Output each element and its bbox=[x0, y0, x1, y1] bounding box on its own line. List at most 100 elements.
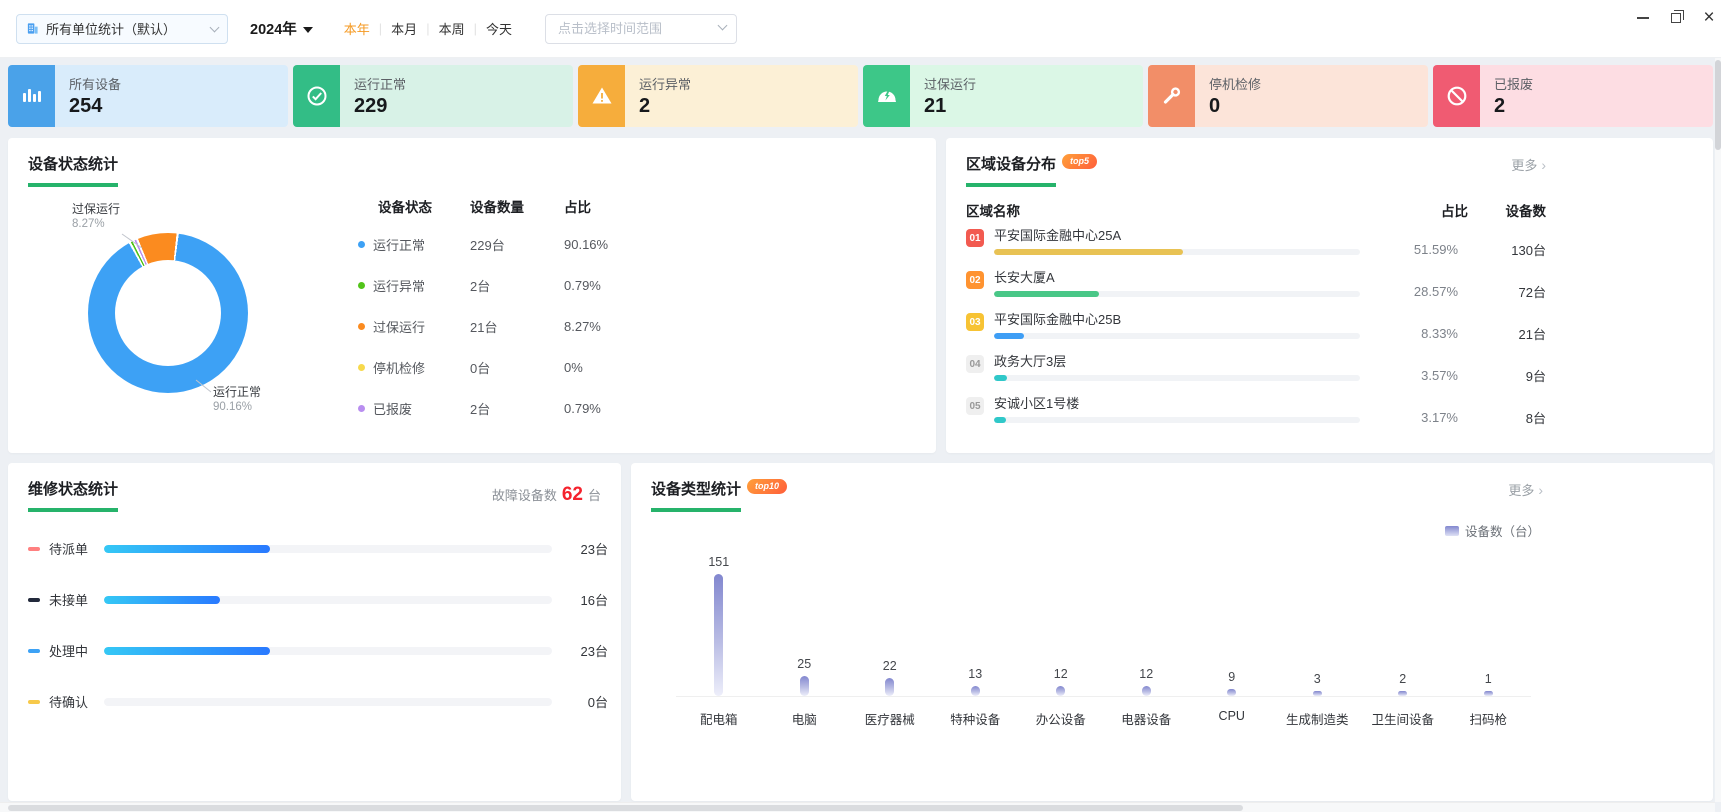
repair-status-label: 处理中 bbox=[49, 644, 89, 659]
bar-track bbox=[104, 646, 552, 655]
date-range-picker[interactable] bbox=[545, 13, 737, 44]
device-status-chart: 过保运行 8.27% 运行正常 90.16% bbox=[38, 190, 358, 440]
stat-card-label: 所有设备 bbox=[69, 77, 122, 92]
repair-list: 待派单 23台 未接单 16台 处理中 23台 待确认 0台 bbox=[28, 523, 608, 727]
device-status-table-body: 运行正常 229台 90.16% 运行异常 2台 0.79% 过保运行 21台 8.27% 停机检… bbox=[358, 224, 648, 429]
minimize-icon bbox=[1637, 17, 1649, 19]
bar-category-label: 生成制造类 bbox=[1285, 713, 1349, 727]
time-tabs: 本年 | 本月 | 本周 | 今天 bbox=[335, 19, 521, 38]
region-name: 平安国际金融中心25B bbox=[994, 312, 1122, 327]
status-count: 21台 bbox=[470, 320, 498, 335]
chart-legend: 设备数（台） bbox=[1444, 521, 1540, 540]
status-table-header: 设备状态 设备数量 占比 bbox=[378, 200, 591, 215]
bar-category-label: 电脑 bbox=[791, 713, 817, 727]
bar bbox=[714, 574, 724, 696]
chevron-down-icon bbox=[209, 22, 220, 32]
time-tab-2[interactable]: 本月 bbox=[382, 19, 426, 38]
bar-track bbox=[994, 333, 1360, 339]
stat-card-2: 运行正常 229 bbox=[293, 65, 573, 127]
bar-value-label: 3 bbox=[1313, 672, 1321, 686]
maximize-button[interactable] bbox=[1667, 9, 1685, 27]
status-table-row: 过保运行 21台 8.27% bbox=[358, 306, 648, 347]
date-range-input[interactable] bbox=[545, 13, 737, 44]
top5-badge: top5 bbox=[1062, 153, 1098, 169]
bar-category-label: 卫生间设备 bbox=[1371, 713, 1434, 727]
status-label: 停机检修 bbox=[373, 361, 426, 376]
repair-count: 23台 bbox=[580, 644, 608, 659]
region-percent: 3.17% bbox=[1421, 409, 1458, 425]
time-tab-3[interactable]: 本周 bbox=[430, 19, 474, 38]
bar-category-label: 医疗器械 bbox=[864, 713, 915, 727]
bar-fill bbox=[994, 333, 1025, 339]
stat-card-label: 已报废 bbox=[1494, 77, 1534, 92]
type-bar-group: 3 bbox=[1275, 672, 1361, 696]
vertical-scrollbar-thumb[interactable] bbox=[1715, 60, 1721, 150]
bars-icon bbox=[8, 65, 55, 127]
year-value: 2024年 bbox=[250, 22, 297, 38]
chevron-right-icon: › bbox=[1538, 481, 1543, 498]
status-percent: 0.79% bbox=[564, 401, 601, 416]
unit-selector[interactable]: 所有单位统计（默认） bbox=[16, 13, 228, 44]
repair-count: 23台 bbox=[580, 542, 608, 557]
rank-badge: 03 bbox=[966, 313, 984, 331]
rank-badge: 05 bbox=[966, 397, 984, 415]
stat-card-label: 运行异常 bbox=[639, 77, 692, 92]
bar-track bbox=[104, 544, 552, 553]
region-row: 04 政务大厅3层 3.57% 9台 bbox=[946, 354, 1713, 396]
bar-fill bbox=[994, 291, 1099, 297]
stat-card-value: 21 bbox=[924, 95, 947, 117]
donut-label: 运行正常 90.16% bbox=[213, 385, 262, 413]
bar-fill bbox=[104, 595, 220, 604]
panel-title: 设备类型统计 bbox=[651, 478, 742, 512]
device-type-panel: 设备类型统计 top10 更多 › 设备数（台） 151 25 22 13 12 12 9 3… bbox=[631, 463, 1713, 801]
bar-value-label: 25 bbox=[797, 656, 812, 671]
unit-selector-value: 所有单位统计（默认） bbox=[46, 22, 177, 37]
stat-card-value: 254 bbox=[69, 95, 103, 117]
status-dot bbox=[358, 405, 365, 412]
bar-category-label: 办公设备 bbox=[1035, 713, 1086, 727]
region-list: 01 平安国际金融中心25A 51.59% 130台 02 长安大厦A 28.57% 72台 0… bbox=[946, 228, 1713, 438]
bar-value-label: 12 bbox=[1139, 667, 1154, 682]
minimize-button[interactable] bbox=[1634, 9, 1652, 27]
region-distribution-panel: 区域设备分布 top5 更多 › 区域名称 占比 设备数 01 平安国际金融中心2… bbox=[946, 138, 1713, 453]
region-row: 02 长安大厦A 28.57% 72台 bbox=[946, 270, 1713, 312]
type-bar-group: 1 bbox=[1446, 672, 1532, 696]
region-count: 9台 bbox=[1525, 368, 1546, 384]
region-more-link[interactable]: 更多 › bbox=[1511, 155, 1546, 174]
status-dot bbox=[358, 364, 365, 371]
status-count: 2台 bbox=[470, 402, 491, 417]
type-more-link[interactable]: 更多 › bbox=[1508, 480, 1543, 499]
stat-card-6: 已报废 2 bbox=[1433, 65, 1713, 127]
status-percent: 8.27% bbox=[564, 319, 601, 334]
stat-card-value: 0 bbox=[1209, 95, 1221, 117]
wrench-icon bbox=[1148, 65, 1195, 127]
close-button[interactable]: × bbox=[1700, 8, 1718, 27]
horizontal-scrollbar-thumb[interactable] bbox=[8, 805, 1243, 811]
status-label: 已报废 bbox=[373, 402, 413, 417]
region-count: 72台 bbox=[1518, 284, 1546, 300]
window-controls: × bbox=[1634, 8, 1718, 27]
legend-dash-icon bbox=[28, 699, 40, 704]
check-circle-icon bbox=[293, 65, 340, 127]
status-table-row: 运行正常 229台 90.16% bbox=[358, 224, 648, 265]
repair-count: 0台 bbox=[587, 695, 608, 710]
stat-card-label: 运行正常 bbox=[354, 77, 407, 92]
bar-category-label: CPU bbox=[1218, 709, 1245, 723]
donut-label: 过保运行 8.27% bbox=[72, 202, 121, 230]
bar-fill bbox=[994, 249, 1183, 255]
bar bbox=[1483, 691, 1493, 696]
stat-card-label: 停机检修 bbox=[1209, 77, 1262, 92]
bar-category-label: 扫码枪 bbox=[1469, 713, 1507, 727]
year-selector[interactable]: 2024年 bbox=[250, 18, 313, 39]
bar bbox=[1141, 686, 1151, 696]
type-bars-row: 151 25 22 13 12 12 9 3 2 1 bbox=[676, 547, 1531, 697]
time-tab-1[interactable]: 本年 bbox=[335, 19, 379, 38]
repair-row: 待确认 0台 bbox=[28, 676, 608, 727]
bar-value-label: 151 bbox=[708, 555, 730, 569]
region-count: 130台 bbox=[1511, 242, 1546, 258]
horizontal-scrollbar[interactable] bbox=[0, 802, 1715, 812]
stat-cards-row: 所有设备 254 运行正常 229 运行异常 2 过保运行 21 停机检修 0 已报废 2 bbox=[8, 65, 1713, 127]
time-tab-4[interactable]: 今天 bbox=[477, 19, 521, 38]
status-label: 运行异常 bbox=[373, 279, 426, 294]
vertical-scrollbar[interactable] bbox=[1715, 58, 1721, 802]
